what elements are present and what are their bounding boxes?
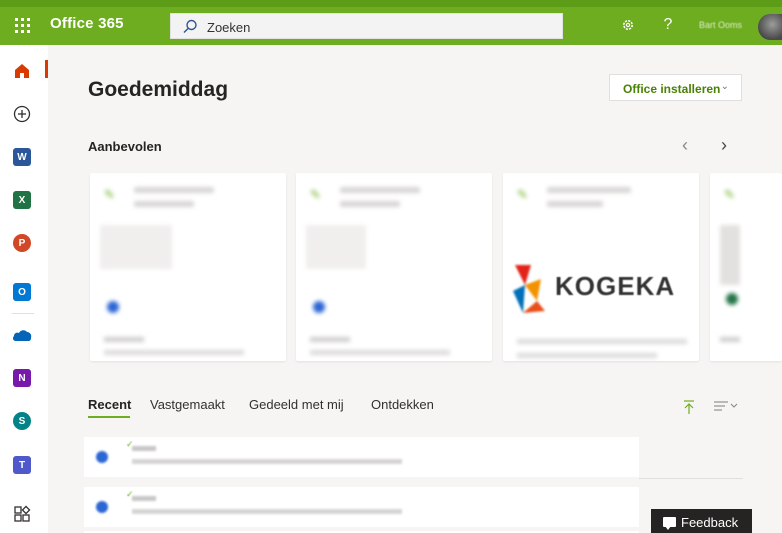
file-icon: [96, 501, 108, 513]
card-logo-text: KOGEKA: [555, 271, 676, 301]
file-icon: [96, 451, 108, 463]
chevron-down-icon: ⌄: [720, 81, 729, 92]
chevron-right-icon[interactable]: ›: [721, 135, 727, 156]
app-name[interactable]: Office 365: [50, 15, 124, 32]
home-icon[interactable]: [8, 57, 36, 85]
divider: [639, 478, 743, 479]
search-icon: [183, 19, 197, 33]
tab-shared[interactable]: Gedeeld met mij: [249, 397, 344, 412]
sort-icon[interactable]: [714, 400, 740, 415]
teams-icon[interactable]: T: [8, 451, 36, 479]
edit-icon: ✎: [104, 187, 115, 202]
recommended-heading: Aanbevolen: [88, 139, 162, 154]
card-thumbnail: [306, 225, 366, 269]
file-icon: [726, 293, 738, 305]
tab-recent[interactable]: Recent: [88, 397, 131, 412]
page-title: Goedemiddag: [88, 78, 229, 101]
file-icon: [313, 301, 325, 313]
onedrive-icon[interactable]: [8, 321, 36, 349]
onenote-icon[interactable]: N: [8, 364, 36, 392]
top-bar: Office 365 Zoeken ? Bart Ooms: [0, 0, 782, 45]
list-item[interactable]: ✓: [84, 437, 639, 477]
all-apps-icon[interactable]: [8, 500, 36, 528]
search-placeholder: Zoeken: [207, 20, 251, 35]
edit-icon: ✎: [310, 187, 321, 202]
app-launcher-icon[interactable]: [12, 15, 32, 35]
recommended-card[interactable]: ✎: [296, 173, 492, 361]
install-office-button[interactable]: Office installeren ⌄: [609, 74, 742, 101]
sharepoint-icon[interactable]: S: [8, 407, 36, 435]
list-item[interactable]: ✓: [84, 487, 639, 527]
plus-circle-icon[interactable]: [8, 100, 36, 128]
user-name[interactable]: Bart Ooms: [699, 20, 742, 30]
install-office-label: Office installeren: [623, 82, 721, 96]
tab-discover[interactable]: Ontdekken: [371, 397, 434, 412]
card-thumbnail: [100, 225, 172, 269]
word-icon[interactable]: W: [8, 143, 36, 171]
recommended-card[interactable]: ✎: [710, 173, 782, 361]
chevron-left-icon[interactable]: ‹: [682, 135, 688, 156]
main-content: Goedemiddag Office installeren ⌄ Aanbevo…: [48, 45, 782, 533]
search-box[interactable]: Zoeken: [170, 13, 563, 39]
file-icon: [107, 301, 119, 313]
outlook-icon[interactable]: O: [8, 278, 36, 306]
avatar[interactable]: [758, 14, 782, 40]
powerpoint-icon[interactable]: P: [8, 229, 36, 257]
help-icon[interactable]: ?: [658, 15, 678, 35]
tab-pinned[interactable]: Vastgemaakt: [150, 397, 225, 412]
feedback-button[interactable]: Feedback: [651, 509, 752, 533]
gear-icon[interactable]: [618, 15, 638, 35]
edit-icon: ✎: [724, 187, 735, 202]
upload-icon[interactable]: [682, 399, 696, 418]
edit-icon: ✎: [517, 187, 528, 202]
recommended-card[interactable]: ✎ KOGEKA: [503, 173, 699, 361]
app-rail: W X P O N S T: [0, 45, 45, 533]
feedback-label: Feedback: [681, 515, 739, 530]
excel-icon[interactable]: X: [8, 186, 36, 214]
kogeka-logo: KOGEKA: [511, 261, 691, 321]
active-tab-indicator: [88, 416, 130, 418]
rail-divider: [12, 313, 34, 314]
recommended-card[interactable]: ✎: [90, 173, 286, 361]
feedback-icon: [663, 517, 676, 530]
